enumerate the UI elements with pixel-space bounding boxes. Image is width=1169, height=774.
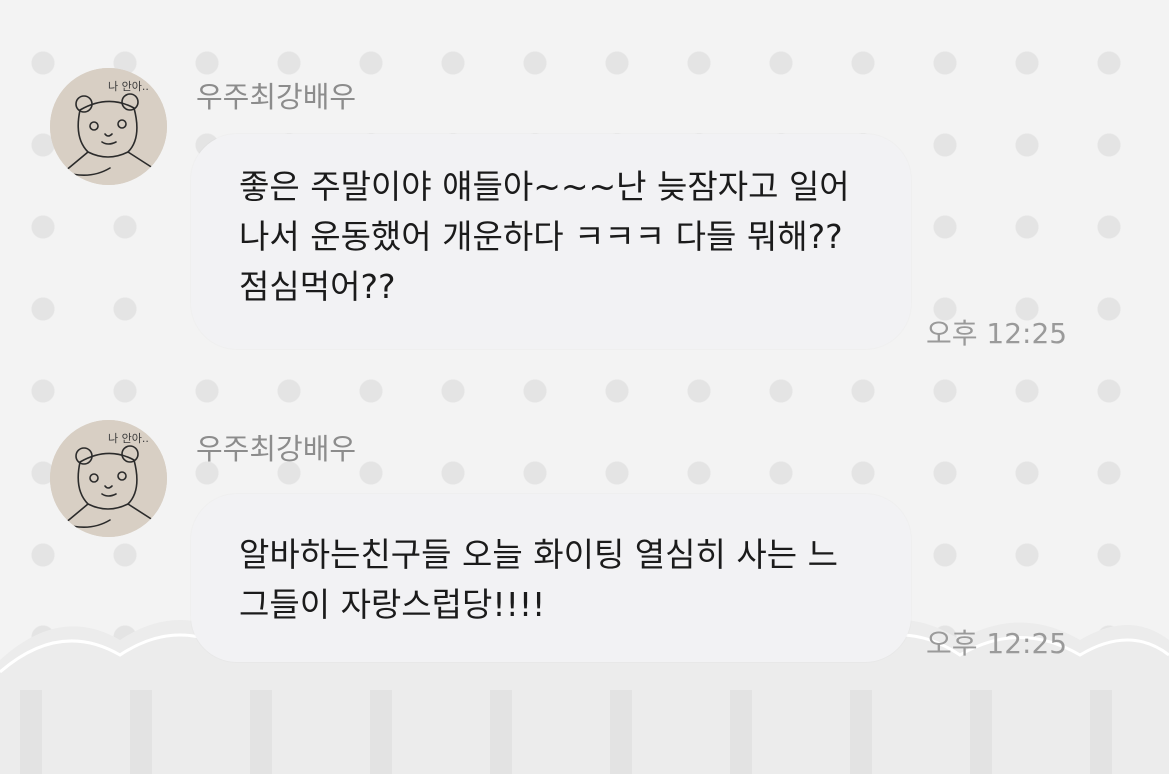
avatar-caption: 나 안아.. xyxy=(108,432,149,445)
message-text: 좋은 주말이야 얘들아~~~난 늦잠자고 일어나서 운동했어 개운하다 ㅋㅋㅋ … xyxy=(239,167,850,306)
avatar-caption: 나 안아.. xyxy=(108,80,149,93)
avatar[interactable]: 나 안아.. xyxy=(50,420,167,537)
message-timestamp: 오후 12:25 xyxy=(926,317,1068,350)
message-bubble[interactable]: 알바하는친구들 오늘 화이팅 열심히 사는 느그들이 자랑스럽당!!!! xyxy=(191,494,911,662)
sender-name: 우주최강배우 xyxy=(196,432,357,466)
message-text: 알바하는친구들 오늘 화이팅 열심히 사는 느그들이 자랑스럽당!!!! xyxy=(239,535,838,624)
message-bubble[interactable]: 좋은 주말이야 얘들아~~~난 늦잠자고 일어나서 운동했어 개운하다 ㅋㅋㅋ … xyxy=(191,134,911,349)
message-timestamp: 오후 12:25 xyxy=(926,627,1068,660)
bear-drawing-icon: 나 안아.. xyxy=(50,68,167,185)
bear-drawing-icon: 나 안아.. xyxy=(50,420,167,537)
avatar[interactable]: 나 안아.. xyxy=(50,68,167,185)
sender-name: 우주최강배우 xyxy=(196,80,357,114)
